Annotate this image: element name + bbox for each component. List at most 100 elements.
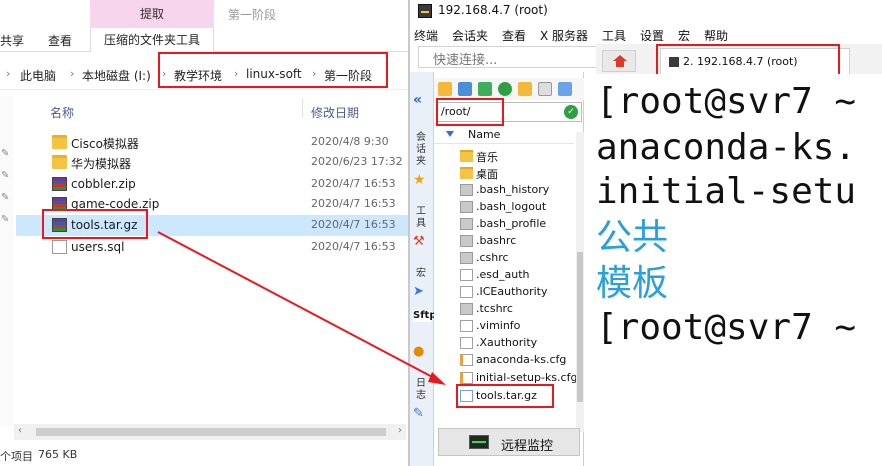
navigation-pane: ✎ ✎ ✎ ✎ xyxy=(0,96,14,426)
menu-sessions[interactable]: 会话夹 xyxy=(452,27,488,44)
sftp-entry[interactable]: .bash_profile xyxy=(434,216,574,233)
ribbon-tab-view[interactable]: 查看 xyxy=(48,32,72,49)
terminal-output[interactable]: [root@svr7 ~ anaconda-ks. initial-setu 公… xyxy=(586,74,882,466)
sftp-column-header[interactable]: Name xyxy=(434,126,574,144)
new-file-icon[interactable] xyxy=(538,82,552,96)
sftp-entry[interactable]: .bashrc xyxy=(434,233,574,250)
file-name: 华为模拟器 xyxy=(71,157,132,171)
chevron-right-icon: › xyxy=(312,67,317,80)
file-icon xyxy=(52,240,67,254)
properties-icon[interactable] xyxy=(558,82,572,96)
scroll-right-icon[interactable]: › xyxy=(398,425,402,436)
scrollbar-thumb[interactable] xyxy=(36,428,386,436)
folder-icon xyxy=(52,135,67,149)
sidebar-tab-log[interactable]: 日志 xyxy=(416,378,430,402)
sftp-entry-name: .ICEauthority xyxy=(476,285,548,298)
breadcrumb-this-pc[interactable]: 此电脑 xyxy=(20,67,56,84)
sftp-entry[interactable]: .ICEauthority xyxy=(434,284,574,301)
sftp-entry[interactable]: .cshrc xyxy=(434,250,574,267)
sftp-entry[interactable]: .tcshrc xyxy=(434,301,574,318)
parent-folder-icon[interactable] xyxy=(438,82,452,96)
breadcrumb-stage-one[interactable]: 第一阶段 xyxy=(324,67,372,84)
log-icon[interactable]: ✎ xyxy=(413,406,431,424)
sftp-icon[interactable]: ● xyxy=(413,344,431,362)
file-row[interactable]: users.sql 2020/4/7 16:53 xyxy=(16,237,410,258)
tools-icon[interactable]: ⚒ xyxy=(413,234,431,252)
sftp-column-name: Name xyxy=(468,128,501,141)
terminal-icon xyxy=(669,57,679,67)
sidebar-tab-sftp[interactable]: Sftp xyxy=(413,310,437,322)
sftp-side-toolbar: « 会话夹 ★ 工具 ⚒ 宏 ➤ Sftp ● 日志 ✎ xyxy=(410,72,437,466)
pin-icon: ✎ xyxy=(1,148,10,159)
menu-tools[interactable]: 工具 xyxy=(602,27,626,44)
download-icon[interactable] xyxy=(458,82,472,96)
star-icon[interactable]: ★ xyxy=(413,172,431,190)
home-tab[interactable] xyxy=(602,50,636,72)
file-row[interactable]: game-code.zip 2020/4/7 16:53 xyxy=(16,194,410,215)
column-header-date[interactable]: 修改日期 xyxy=(311,104,359,121)
column-divider[interactable] xyxy=(302,98,303,118)
sftp-entry-name: .viminfo xyxy=(476,319,521,332)
upload-icon[interactable] xyxy=(478,82,492,96)
sftp-entry[interactable]: 桌面 xyxy=(434,165,574,182)
file-date: 2020/4/7 16:53 xyxy=(311,177,396,190)
sftp-entry[interactable]: .viminfo xyxy=(434,318,574,335)
ribbon-tab-compressed-folder-tools[interactable]: 压缩的文件夹工具 xyxy=(90,28,214,52)
breadcrumb-linux-soft[interactable]: linux-soft xyxy=(246,67,302,81)
sftp-entry[interactable]: initial-setup-ks.cfg xyxy=(434,370,577,387)
refresh-icon[interactable] xyxy=(498,82,512,96)
sftp-path-input[interactable]: /root/ ✓ xyxy=(436,102,582,122)
file-icon xyxy=(460,286,473,298)
quick-connect-input[interactable]: 快速连接... xyxy=(418,46,598,68)
file-row[interactable]: 华为模拟器 2020/6/23 17:32 xyxy=(16,152,410,173)
archive-icon xyxy=(460,390,473,402)
sftp-entry[interactable]: .esd_auth xyxy=(434,267,574,284)
session-tab[interactable]: 2. 192.168.4.7 (root) xyxy=(660,48,850,74)
sftp-entry[interactable]: anaconda-ks.cfg xyxy=(434,352,574,369)
sidebar-tab-sessions[interactable]: 会话夹 xyxy=(416,132,430,168)
scrollbar-thumb[interactable] xyxy=(577,252,583,402)
menu-macro[interactable]: 宏 xyxy=(678,27,690,44)
ribbon-context-tab-extract[interactable]: 提取 xyxy=(90,0,214,28)
sftp-vertical-scrollbar[interactable] xyxy=(576,132,584,432)
collapse-icon[interactable]: « xyxy=(413,92,431,110)
menu-x-server[interactable]: X 服务器 xyxy=(540,27,588,44)
address-bar[interactable]: › 此电脑 › 本地磁盘 (I:) › 教学环境 › linux-soft › … xyxy=(0,60,410,90)
new-folder-icon[interactable] xyxy=(518,82,532,96)
sidebar-tab-macro[interactable]: 宏 xyxy=(416,268,430,280)
sftp-entry[interactable]: .bash_history xyxy=(434,182,574,199)
window-title: 第一阶段 xyxy=(228,8,277,22)
menu-terminal[interactable]: 终端 xyxy=(414,27,438,44)
menu-help[interactable]: 帮助 xyxy=(704,27,728,44)
title-bar: 192.168.4.7 (root) xyxy=(410,0,882,22)
status-bar: 个项目 765 KB xyxy=(0,444,410,466)
config-file-icon xyxy=(460,354,473,366)
horizontal-scrollbar[interactable]: ‹ › xyxy=(14,424,406,440)
hidden-file-icon xyxy=(460,303,473,315)
sort-arrow-icon xyxy=(446,131,454,137)
confirm-path-icon[interactable]: ✓ xyxy=(564,105,578,119)
file-row-selected[interactable]: tools.tar.gz 2020/4/7 16:53 xyxy=(16,215,410,236)
breadcrumb-teaching-env[interactable]: 教学环境 xyxy=(174,67,222,84)
remote-monitor-button[interactable]: 远程监控 xyxy=(438,428,580,456)
sidebar-tab-tools[interactable]: 工具 xyxy=(416,206,430,230)
chevron-right-icon: › xyxy=(6,67,11,80)
column-header-name[interactable]: 名称 xyxy=(50,104,74,121)
menu-settings[interactable]: 设置 xyxy=(640,27,664,44)
file-name: cobbler.zip xyxy=(71,177,136,191)
send-icon[interactable]: ➤ xyxy=(413,284,431,302)
sftp-entry[interactable]: .bash_logout xyxy=(434,199,574,216)
file-name: tools.tar.gz xyxy=(71,218,138,232)
sftp-entry[interactable]: .Xauthority xyxy=(434,335,574,352)
ribbon-tab-share[interactable]: 共享 xyxy=(0,32,24,49)
file-date: 2020/4/7 16:53 xyxy=(311,197,396,210)
sftp-entry[interactable]: 音乐 xyxy=(434,148,574,165)
sftp-entry[interactable]: tools.tar.gz xyxy=(434,388,574,405)
scroll-left-icon[interactable]: ‹ xyxy=(18,425,22,436)
sftp-path-value: /root/ xyxy=(441,105,471,118)
file-row[interactable]: cobbler.zip 2020/4/7 16:53 xyxy=(16,174,410,195)
menu-view[interactable]: 查看 xyxy=(502,27,526,44)
hidden-file-icon xyxy=(460,184,473,196)
breadcrumb-local-disk[interactable]: 本地磁盘 (I:) xyxy=(82,67,151,84)
file-row[interactable]: Cisco模拟器 2020/4/8 9:30 xyxy=(16,132,410,153)
